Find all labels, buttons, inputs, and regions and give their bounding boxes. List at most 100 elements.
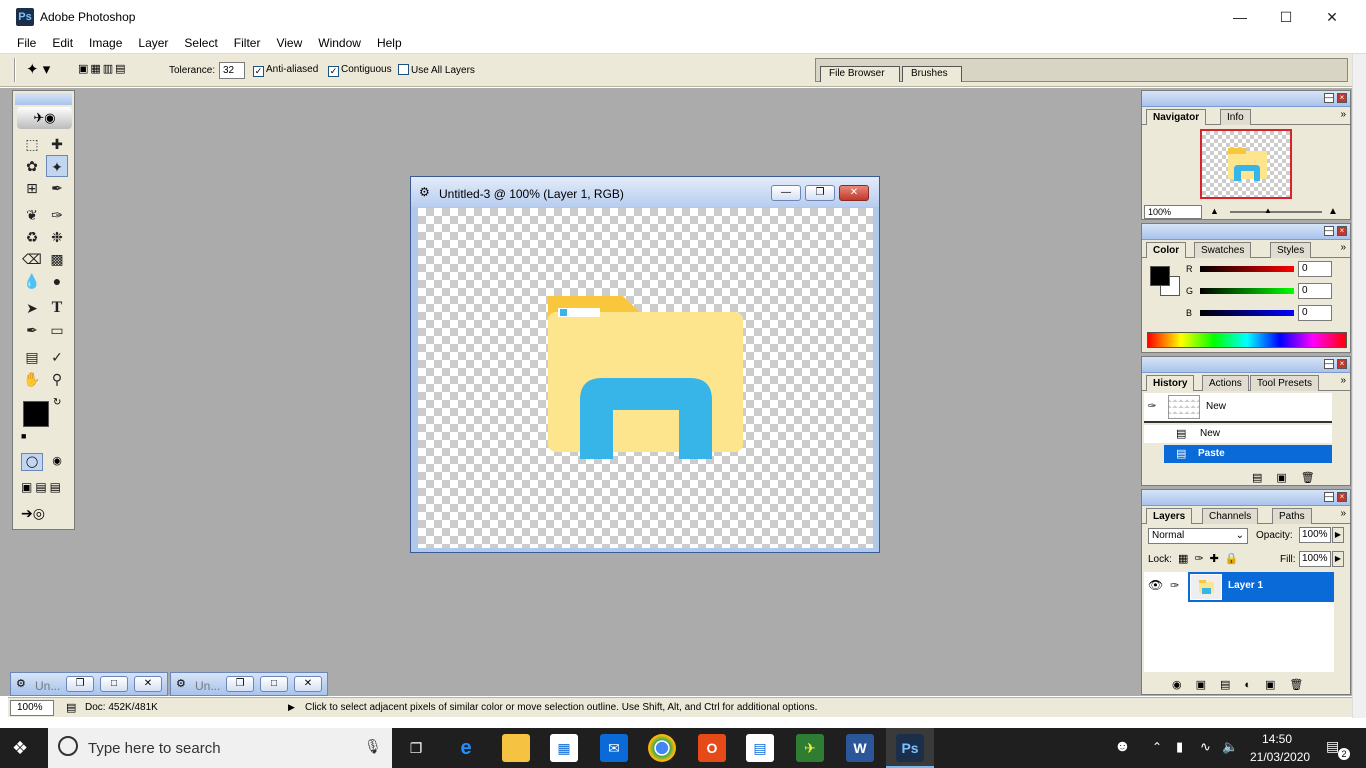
mail-icon[interactable]: ✉ xyxy=(600,734,628,762)
clock-time[interactable]: 14:50 xyxy=(1262,732,1292,746)
tab-paths[interactable]: Paths xyxy=(1272,508,1312,524)
chrome-icon[interactable] xyxy=(648,734,676,762)
menu-image[interactable]: Image xyxy=(80,34,129,52)
panel-close-icon[interactable]: × xyxy=(1337,93,1347,103)
battery-icon[interactable]: ▮ xyxy=(1176,739,1183,755)
lock-icons[interactable]: ▦✑✚🔒 xyxy=(1178,552,1245,565)
doc-close-button[interactable]: ✕ xyxy=(134,676,162,692)
wifi-icon[interactable]: ∿ xyxy=(1200,739,1211,755)
maximize-button[interactable]: ☐ xyxy=(1263,0,1309,34)
doc-close-button[interactable]: ✕ xyxy=(839,185,869,201)
tab-layers[interactable]: Layers xyxy=(1146,508,1193,524)
store-icon[interactable]: ▦ xyxy=(550,734,578,762)
history-item-selected[interactable]: ▤ Paste xyxy=(1164,445,1332,463)
navigator-thumbnail[interactable] xyxy=(1200,129,1292,199)
tolerance-input[interactable] xyxy=(219,62,245,79)
tab-navigator[interactable]: Navigator xyxy=(1146,109,1207,125)
path-selection-icon[interactable]: ➤ xyxy=(21,297,43,319)
navigator-panel-header[interactable]: — × xyxy=(1142,91,1350,107)
minimize-button[interactable]: — xyxy=(1217,0,1263,34)
magic-wand-preset-icon[interactable]: ✦ ▾ xyxy=(26,60,66,80)
panel-controls[interactable]: — × xyxy=(1321,91,1347,103)
menu-edit[interactable]: Edit xyxy=(43,34,80,52)
panel-close-icon[interactable]: × xyxy=(1337,359,1347,369)
vertical-scrollbar[interactable] xyxy=(1352,54,1366,718)
maps-app-icon[interactable]: ✈ xyxy=(796,734,824,762)
menu-filter[interactable]: Filter xyxy=(225,34,268,52)
tab-actions[interactable]: Actions xyxy=(1202,375,1249,391)
dodge-tool-icon[interactable]: ● xyxy=(46,270,68,292)
anti-aliased-checkbox[interactable]: ✓ Anti-aliased xyxy=(253,64,318,77)
hand-tool-icon[interactable]: ✋ xyxy=(21,368,43,390)
panel-minimize-icon[interactable]: — xyxy=(1324,226,1334,236)
panel-minimize-icon[interactable]: — xyxy=(1324,359,1334,369)
office-icon[interactable]: O xyxy=(698,734,726,762)
tab-tool-presets[interactable]: Tool Presets xyxy=(1250,375,1320,391)
pen-tool-icon[interactable]: ✒ xyxy=(21,319,43,341)
contiguous-checkbox[interactable]: ✓ Contiguous xyxy=(328,64,392,77)
history-brush-icon[interactable]: ❉ xyxy=(46,226,68,248)
doc-restore-button[interactable]: ❐ xyxy=(226,676,254,692)
doc-close-button[interactable]: ✕ xyxy=(294,676,322,692)
file-browser-tab[interactable]: File Browser xyxy=(820,66,900,82)
notes-tool-icon[interactable]: ▤ xyxy=(21,346,43,368)
tab-history[interactable]: History xyxy=(1146,375,1195,391)
default-colors-icon[interactable]: ■ xyxy=(21,431,26,441)
edge-icon[interactable]: e xyxy=(452,734,480,762)
fill-input[interactable]: 100% xyxy=(1299,551,1331,567)
tab-info[interactable]: Info xyxy=(1220,109,1251,125)
history-snapshot[interactable]: ✑ New xyxy=(1144,393,1332,423)
status-zoom-input[interactable]: 100% xyxy=(10,700,54,716)
minimized-document[interactable]: ⚙ Un... ❐ □ ✕ xyxy=(10,672,168,696)
panel-menu-icon[interactable]: » xyxy=(1340,375,1346,386)
zoom-slider[interactable] xyxy=(1230,211,1322,213)
move-tool-icon[interactable]: ✚ xyxy=(46,133,68,155)
news-app-icon[interactable]: ▤ xyxy=(746,734,774,762)
blend-mode-select[interactable]: Normal ⌄ xyxy=(1148,528,1248,544)
eyedropper-tool-icon[interactable]: ✓ xyxy=(46,346,68,368)
doc-maximize-button[interactable]: □ xyxy=(260,676,288,692)
eraser-tool-icon[interactable]: ⌫ xyxy=(21,248,43,270)
screen-mode-icons[interactable]: ▣▤▤ xyxy=(21,480,71,498)
type-tool-icon[interactable]: T xyxy=(46,297,68,319)
history-panel-header[interactable]: — × xyxy=(1142,357,1350,373)
green-slider[interactable] xyxy=(1200,288,1294,294)
menu-help[interactable]: Help xyxy=(368,34,409,52)
minimized-document[interactable]: ⚙ Un... ❐ □ ✕ xyxy=(170,672,328,696)
panel-controls[interactable]: — × xyxy=(1321,490,1347,502)
menu-window[interactable]: Window xyxy=(309,34,368,52)
panel-menu-icon[interactable]: » xyxy=(1340,242,1346,253)
people-icon[interactable]: ☻ xyxy=(1114,738,1131,756)
quick-mask-mode-icon[interactable]: ◉ xyxy=(46,453,68,471)
panel-minimize-icon[interactable]: — xyxy=(1324,492,1334,502)
volume-icon[interactable]: 🔈 xyxy=(1222,739,1238,755)
opacity-input[interactable]: 100% xyxy=(1299,527,1331,543)
crop-tool-icon[interactable]: ⊞ xyxy=(21,177,43,199)
adobe-online-icon[interactable]: ✈◉ xyxy=(17,107,72,129)
brush-tool-icon[interactable]: ✑ xyxy=(46,204,68,226)
brushes-tab[interactable]: Brushes xyxy=(902,66,962,82)
doc-minimize-button[interactable]: — xyxy=(771,185,801,201)
doc-restore-button[interactable]: ❐ xyxy=(66,676,94,692)
clock-date[interactable]: 21/03/2020 xyxy=(1250,750,1310,764)
foreground-color-swatch[interactable] xyxy=(23,401,49,427)
color-foreground-swatch[interactable] xyxy=(1150,266,1170,286)
image-canvas[interactable] xyxy=(418,208,873,548)
layers-panel-header[interactable]: — × xyxy=(1142,490,1350,506)
panel-menu-icon[interactable]: » xyxy=(1340,109,1346,120)
tab-color[interactable]: Color xyxy=(1146,242,1187,258)
taskbar-search[interactable]: Type here to search 🎙 xyxy=(48,728,392,768)
slice-tool-icon[interactable]: ✒ xyxy=(46,177,68,199)
shape-tool-icon[interactable]: ▭ xyxy=(46,319,68,341)
history-brush-source-icon[interactable]: ✑ xyxy=(1148,401,1156,412)
tab-channels[interactable]: Channels xyxy=(1202,508,1259,524)
navigator-zoom-input[interactable]: 100% xyxy=(1144,205,1202,219)
zoom-slider-thumb[interactable]: ▲ xyxy=(1264,206,1272,215)
doc-restore-button[interactable]: ❐ xyxy=(805,185,835,201)
menu-select[interactable]: Select xyxy=(175,34,224,52)
layer-brush-link-icon[interactable]: ✑ xyxy=(1170,579,1179,592)
color-ramp[interactable] xyxy=(1147,332,1347,348)
menu-view[interactable]: View xyxy=(267,34,309,52)
tab-swatches[interactable]: Swatches xyxy=(1194,242,1252,258)
blue-value[interactable]: 0 xyxy=(1298,305,1332,321)
